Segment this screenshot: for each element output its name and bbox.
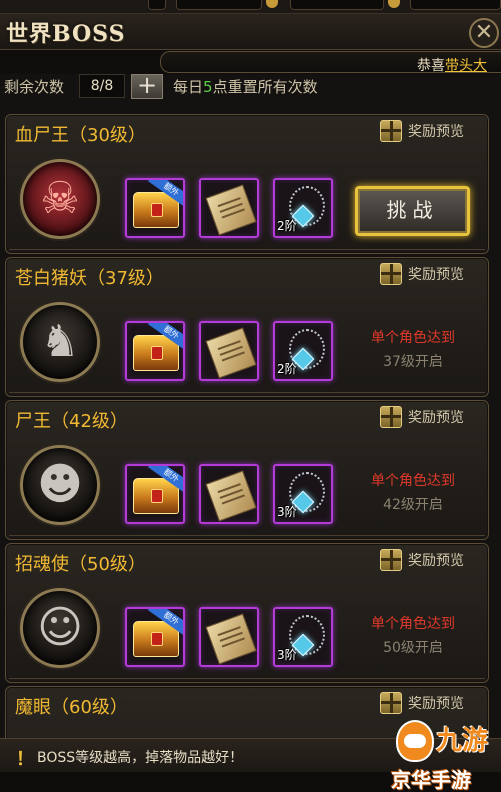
- reward-scroll-item[interactable]: [199, 321, 259, 381]
- add-attempts-button[interactable]: +: [131, 73, 163, 99]
- top-resource-bar: [0, 0, 501, 14]
- unlock-condition: 单个角色达到: [371, 473, 455, 489]
- reward-chest-item[interactable]: 额外: [125, 321, 185, 381]
- remaining-attempts-value: 8/8: [79, 74, 125, 98]
- reward-necklace-item[interactable]: 2阶: [273, 178, 333, 238]
- item-tier: 2阶: [277, 219, 297, 233]
- scroll-icon: [205, 184, 257, 236]
- item-tier: 2阶: [277, 362, 297, 376]
- reward-scroll-item[interactable]: [199, 178, 259, 238]
- page-title: 世界BOSS: [6, 21, 126, 47]
- tip-text: BOSS等级越高，掉落物品越好！: [37, 750, 244, 766]
- window-header: 世界BOSS ✕: [0, 14, 501, 50]
- resource-slot: [148, 0, 166, 10]
- remaining-attempts-label: 剩余次数: [4, 78, 65, 96]
- daily-reset-note: 每日5点重置所有次数: [173, 76, 318, 97]
- watermark: 九游 京华手游: [386, 716, 501, 792]
- boss-name: 尸王（42级）: [15, 411, 128, 432]
- unlock-level: 37级开启: [383, 354, 443, 370]
- challenge-button[interactable]: 挑战: [355, 186, 470, 236]
- boss-card: 血尸王（30级） 奖励预览 ☠ 额外 2阶 挑战: [5, 114, 489, 254]
- reward-preview-button[interactable]: 奖励预览: [380, 404, 464, 430]
- item-tier: 3阶: [277, 648, 297, 662]
- boss-portrait[interactable]: ☻: [20, 445, 100, 525]
- boss-card: 招魂使（50级） 奖励预览 ☺ 额外 3阶 单个角色达到 50级开启: [5, 543, 489, 683]
- boss-portrait[interactable]: ☠: [20, 159, 100, 239]
- gift-icon: [380, 263, 402, 285]
- boss-list[interactable]: 血尸王（30级） 奖励预览 ☠ 额外 2阶 挑战 苍白猪妖（37级） 奖励预览 …: [0, 104, 501, 738]
- watermark-brand: 九游: [436, 726, 489, 756]
- daily-reset-hour: 5: [203, 78, 213, 96]
- boss-card: 苍白猪妖（37级） 奖励预览 ♞ 额外 2阶 单个角色达到 37级开启: [5, 257, 489, 397]
- unlock-requirement: 单个角色达到 42级开启: [351, 469, 475, 517]
- coin-icon: [266, 0, 278, 8]
- scroll-icon: [205, 470, 257, 522]
- watermark-site: 京华手游: [391, 768, 471, 792]
- reward-chest-item[interactable]: 额外: [125, 607, 185, 667]
- reward-preview-label: 奖励预览: [408, 124, 464, 140]
- reward-preview-button[interactable]: 奖励预览: [380, 690, 464, 716]
- red-demon-face-icon: ☠: [40, 173, 80, 224]
- exclamation-icon: ！: [16, 749, 34, 770]
- unlock-requirement: 单个角色达到 37级开启: [351, 326, 475, 374]
- reward-necklace-item[interactable]: 3阶: [273, 464, 333, 524]
- unlock-requirement: 单个角色达到 50级开启: [351, 612, 475, 660]
- resource-slot: [290, 0, 384, 10]
- resource-slot: [176, 0, 262, 10]
- mascot-icon: [396, 720, 434, 762]
- unlock-level: 50级开启: [383, 640, 443, 656]
- goblin-face-icon: ☺: [37, 602, 83, 653]
- gift-icon: [380, 692, 402, 714]
- reward-chest-item[interactable]: 额外: [125, 178, 185, 238]
- reward-preview-label: 奖励预览: [408, 410, 464, 426]
- scroll-icon: [205, 613, 257, 665]
- boss-name: 魔眼（60级）: [15, 697, 128, 718]
- announcement-player-link[interactable]: 带头大: [445, 58, 487, 74]
- reward-scroll-item[interactable]: [199, 464, 259, 524]
- unlock-condition: 单个角色达到: [371, 616, 455, 632]
- coin-icon: [388, 0, 400, 8]
- reward-preview-label: 奖励预览: [408, 696, 464, 712]
- resource-slot: [410, 0, 501, 10]
- reward-preview-button[interactable]: 奖励预览: [380, 547, 464, 573]
- unlock-level: 42级开启: [383, 497, 443, 513]
- reward-preview-button[interactable]: 奖励预览: [380, 118, 464, 144]
- reward-preview-label: 奖励预览: [408, 553, 464, 569]
- scroll-icon: [205, 327, 257, 379]
- boss-card: 尸王（42级） 奖励预览 ☻ 额外 3阶 单个角色达到 42级开启: [5, 400, 489, 540]
- boss-portrait[interactable]: ☺: [20, 588, 100, 668]
- daily-reset-prefix: 每日: [173, 78, 204, 96]
- reward-scroll-item[interactable]: [199, 607, 259, 667]
- reward-necklace-item[interactable]: 2阶: [273, 321, 333, 381]
- gift-icon: [380, 549, 402, 571]
- boss-name: 血尸王（30级）: [15, 125, 146, 146]
- reward-preview-label: 奖励预览: [408, 267, 464, 283]
- reward-preview-button[interactable]: 奖励预览: [380, 261, 464, 287]
- unlock-condition: 单个角色达到: [371, 330, 455, 346]
- announcement-prefix: 恭喜: [417, 58, 445, 74]
- daily-reset-suffix: 点重置所有次数: [212, 78, 318, 96]
- close-icon[interactable]: ✕: [469, 18, 499, 48]
- item-tier: 3阶: [277, 505, 297, 519]
- announcement-text: 恭喜带头大: [417, 55, 487, 75]
- attempts-row: 剩余次数 8/8 + 每日5点重置所有次数: [0, 73, 501, 100]
- reward-necklace-item[interactable]: 3阶: [273, 607, 333, 667]
- boss-name: 招魂使（50级）: [15, 554, 146, 575]
- orc-face-icon: ☻: [37, 459, 83, 510]
- reward-chest-item[interactable]: 额外: [125, 464, 185, 524]
- marquee-frame: 恭喜带头大: [160, 51, 501, 75]
- announcement-marquee: 恭喜带头大: [0, 50, 501, 74]
- boss-name: 苍白猪妖（37级）: [15, 268, 164, 289]
- gift-icon: [380, 406, 402, 428]
- gift-icon: [380, 120, 402, 142]
- boss-portrait[interactable]: ♞: [20, 302, 100, 382]
- boar-demon-face-icon: ♞: [40, 316, 80, 367]
